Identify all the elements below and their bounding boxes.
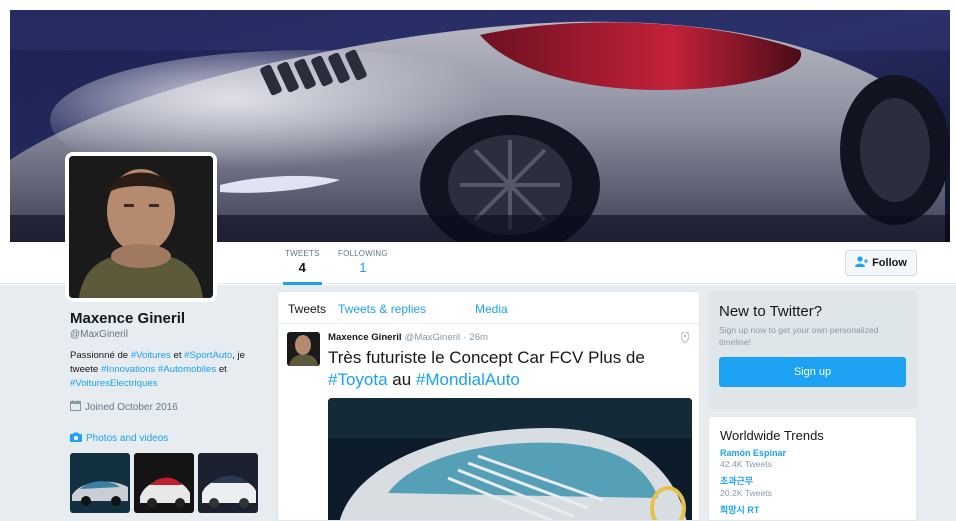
tweet-author-avatar[interactable]: [287, 332, 320, 366]
hashtag-link[interactable]: #Automobiles: [158, 364, 216, 375]
signup-card: New to Twitter? Sign up now to get your …: [708, 291, 917, 409]
tweet-media-image[interactable]: [328, 398, 692, 520]
camera-icon: [70, 432, 82, 445]
hashtag-link[interactable]: #SportAuto: [184, 350, 232, 361]
calendar-icon: [70, 400, 81, 414]
tweets-stat-value: 4: [298, 260, 306, 275]
tweet-author-name[interactable]: Maxence Gineril: [328, 332, 402, 343]
trend-item[interactable]: 초과근무 20.2K Tweets: [720, 474, 905, 498]
timeline-panel: Tweets Tweets & replies Media Maxence Gi…: [277, 291, 700, 521]
tweets-stat-label: TWEETS: [285, 249, 320, 258]
tweet-author-handle[interactable]: @MaxGineril: [405, 332, 461, 343]
hashtag-link[interactable]: #MondialAuto: [416, 370, 520, 389]
tab-media[interactable]: Media: [475, 302, 508, 316]
tweet-header: Maxence Gineril @MaxGineril · 26m: [328, 332, 689, 343]
profile-name[interactable]: Maxence Gineril: [70, 310, 270, 327]
profile-bio: Passionné de #Voitures et #SportAuto, je…: [70, 349, 270, 391]
hashtag-link[interactable]: #Toyota: [328, 370, 388, 389]
following-stat-label: FOLLOWING: [338, 249, 388, 258]
trends-module: Worldwide Trends Ramón Espinar 42.4K Twe…: [708, 416, 917, 521]
profile-handle[interactable]: @MaxGineril: [70, 329, 270, 340]
timeline-tabs: Tweets Tweets & replies Media: [278, 292, 699, 324]
trend-name[interactable]: 초과근무: [720, 474, 905, 487]
add-user-icon: [855, 256, 869, 270]
tweets-stat[interactable]: TWEETS 4: [283, 249, 322, 285]
photos-and-videos-link[interactable]: Photos and videos: [70, 432, 270, 445]
tab-tweets-and-replies[interactable]: Tweets & replies: [338, 302, 426, 316]
hashtag-link[interactable]: #Voitures: [131, 350, 171, 361]
trend-item[interactable]: Ramón Espinar 42.4K Tweets: [720, 448, 905, 469]
tweet-item[interactable]: Maxence Gineril @MaxGineril · 26m Très f…: [278, 324, 699, 520]
tab-tweets[interactable]: Tweets: [288, 302, 326, 316]
tweet-text: Très futuriste le Concept Car FCV Plus d…: [328, 347, 689, 391]
trend-name[interactable]: Ramón Espinar: [720, 448, 905, 458]
hashtag-link[interactable]: #VoituresElectriques: [70, 378, 157, 389]
follow-button[interactable]: Follow: [845, 250, 917, 276]
profile-card: Maxence Gineril @MaxGineril Passionné de…: [70, 310, 270, 513]
bio-text: Passionné de: [70, 350, 131, 361]
media-thumbnail[interactable]: [134, 453, 194, 513]
signup-button[interactable]: Sign up: [719, 357, 906, 387]
trend-item[interactable]: 희망시 RT: [720, 503, 905, 516]
media-thumbnail[interactable]: [198, 453, 258, 513]
concept-car-photo: [328, 398, 692, 520]
joined-date: Joined October 2016: [70, 400, 270, 414]
trend-name[interactable]: 희망시 RT: [720, 503, 905, 516]
tweet-text-part: au: [387, 370, 416, 389]
media-thumbnails: [70, 453, 270, 513]
tweet-text-part: Très futuriste le Concept Car FCV Plus d…: [328, 348, 645, 367]
profile-avatar[interactable]: [65, 152, 217, 302]
trend-count: 20.2K Tweets: [720, 488, 772, 498]
hashtag-link[interactable]: #Innovations: [101, 364, 155, 375]
signup-text: Sign up now to get your own personalized…: [719, 325, 879, 347]
tweet-timestamp[interactable]: 26m: [469, 332, 488, 343]
trends-heading: Worldwide Trends: [720, 428, 824, 443]
photos-link-label: Photos and videos: [86, 433, 169, 444]
tweet-separator: ·: [463, 332, 467, 343]
following-stat[interactable]: FOLLOWING 1: [338, 249, 388, 275]
location-pin-icon: [680, 331, 690, 346]
signup-heading: New to Twitter?: [719, 303, 823, 320]
tweet-body: Maxence Gineril @MaxGineril · 26m Très f…: [328, 332, 692, 520]
media-thumbnail[interactable]: [70, 453, 130, 513]
following-stat-value: 1: [359, 260, 367, 275]
bio-text: et: [216, 364, 227, 375]
trend-count: 42.4K Tweets: [720, 459, 772, 469]
bio-text: et: [170, 350, 185, 361]
joined-date-text: Joined October 2016: [85, 401, 178, 413]
follow-button-label: Follow: [872, 257, 907, 269]
avatar-photo: [69, 156, 213, 298]
